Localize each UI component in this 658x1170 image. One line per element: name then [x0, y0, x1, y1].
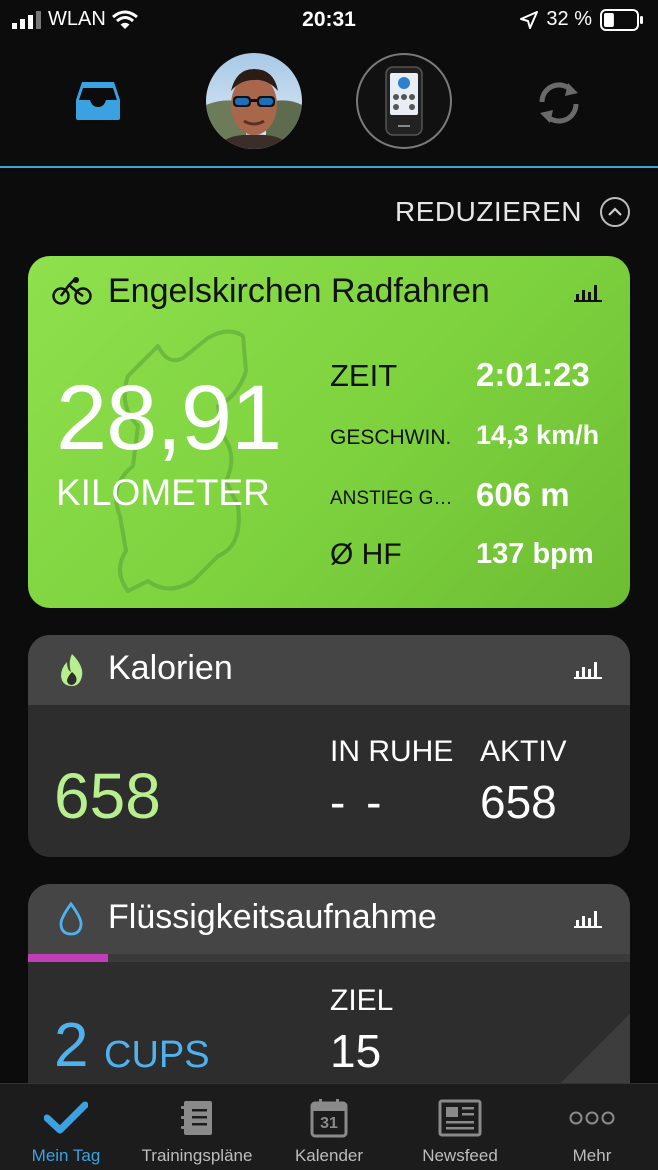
bar-graph-icon[interactable] [574, 659, 602, 679]
tab-label: Trainingspläne [141, 1146, 253, 1165]
reduce-toggle[interactable]: REDUZIEREN [395, 196, 630, 228]
tab-kalender[interactable]: 31 Kalender [263, 1084, 395, 1170]
stat-value-heart-rate: 137 bpm [476, 538, 594, 570]
status-right: 32 % [520, 8, 644, 31]
reduce-label: REDUZIEREN [394, 196, 582, 227]
battery-percent: 32 % [546, 8, 592, 30]
calendar-day: 31 [320, 1115, 338, 1132]
distance-unit: KILOMETER [56, 472, 270, 513]
activity-title: Engelskirchen Radfahren [108, 272, 490, 310]
checkmark-icon [0, 1098, 132, 1138]
calories-active-label: AKTIV [480, 735, 567, 768]
hydration-title: Flüssigkeitsaufnahme [108, 898, 437, 936]
stat-label-ascent: ANSTIEG G… [330, 488, 453, 509]
newspaper-icon [394, 1098, 526, 1138]
hydration-unit: CUPS [104, 1034, 210, 1076]
tab-bar: Mein Tag Trainingspläne 31 Kalender News… [0, 1083, 658, 1170]
cycling-icon [52, 277, 92, 305]
tab-newsfeed[interactable]: Newsfeed [394, 1084, 526, 1170]
status-bar: WLAN 20:31 32 % [0, 0, 658, 40]
hydration-progress-track [28, 954, 630, 962]
battery-icon [600, 8, 643, 31]
calories-total: 658 [54, 760, 161, 832]
notebook-icon [131, 1098, 263, 1138]
stat-value-time: 2:01:23 [476, 356, 590, 393]
stat-label-time: ZEIT [330, 358, 398, 393]
tab-label: Kalender [294, 1146, 364, 1165]
calories-title: Kalorien [108, 649, 233, 687]
tab-label: Mehr [572, 1146, 612, 1165]
distance-value: 28,91 [56, 367, 282, 469]
tab-label: Mein Tag [31, 1146, 101, 1165]
tab-mehr[interactable]: Mehr [526, 1084, 658, 1170]
sync-icon[interactable] [534, 80, 584, 131]
hydration-amount: 2 [54, 1011, 89, 1080]
stat-label-speed: GESCHWIN. [330, 426, 452, 449]
hydration-card[interactable]: Flüssigkeitsaufnahme 2 CUPS ZIEL 15 [28, 884, 630, 1104]
inbox-icon[interactable] [74, 80, 122, 127]
activity-card[interactable]: Engelskirchen Radfahren 28,91 KILOMETER … [28, 256, 630, 608]
bar-graph-icon[interactable] [574, 282, 602, 302]
calories-rest-label: IN RUHE [330, 735, 454, 768]
water-drop-icon [59, 901, 83, 936]
calories-rest-value: - - [330, 776, 386, 828]
tab-trainingsplaene[interactable]: Trainingspläne [131, 1084, 263, 1170]
hydration-goal-label: ZIEL [330, 984, 394, 1017]
calories-active-value: 658 [480, 776, 557, 828]
location-arrow-icon [520, 10, 539, 29]
chevron-up-icon [600, 197, 630, 227]
calories-card[interactable]: Kalorien 658 IN RUHE - - AKTIV 658 [28, 635, 630, 857]
stat-value-ascent: 606 m [476, 476, 570, 513]
hydration-goal-value: 15 [330, 1025, 382, 1077]
more-icon [526, 1098, 658, 1138]
device-icon[interactable] [356, 53, 452, 149]
avatar[interactable] [206, 53, 302, 149]
bar-graph-icon[interactable] [574, 908, 602, 928]
tab-label: Newsfeed [422, 1146, 498, 1165]
tab-mein-tag[interactable]: Mein Tag [0, 1084, 132, 1170]
hydration-progress-bar [28, 954, 109, 962]
stat-value-speed: 14,3 km/h [476, 420, 600, 450]
app-screen: WLAN 20:31 32 % REDUZIEREN Engelskirchen… [0, 0, 658, 1170]
stat-label-heart-rate: Ø HF [330, 538, 402, 571]
flame-icon [61, 654, 83, 686]
header-bar [0, 40, 658, 168]
